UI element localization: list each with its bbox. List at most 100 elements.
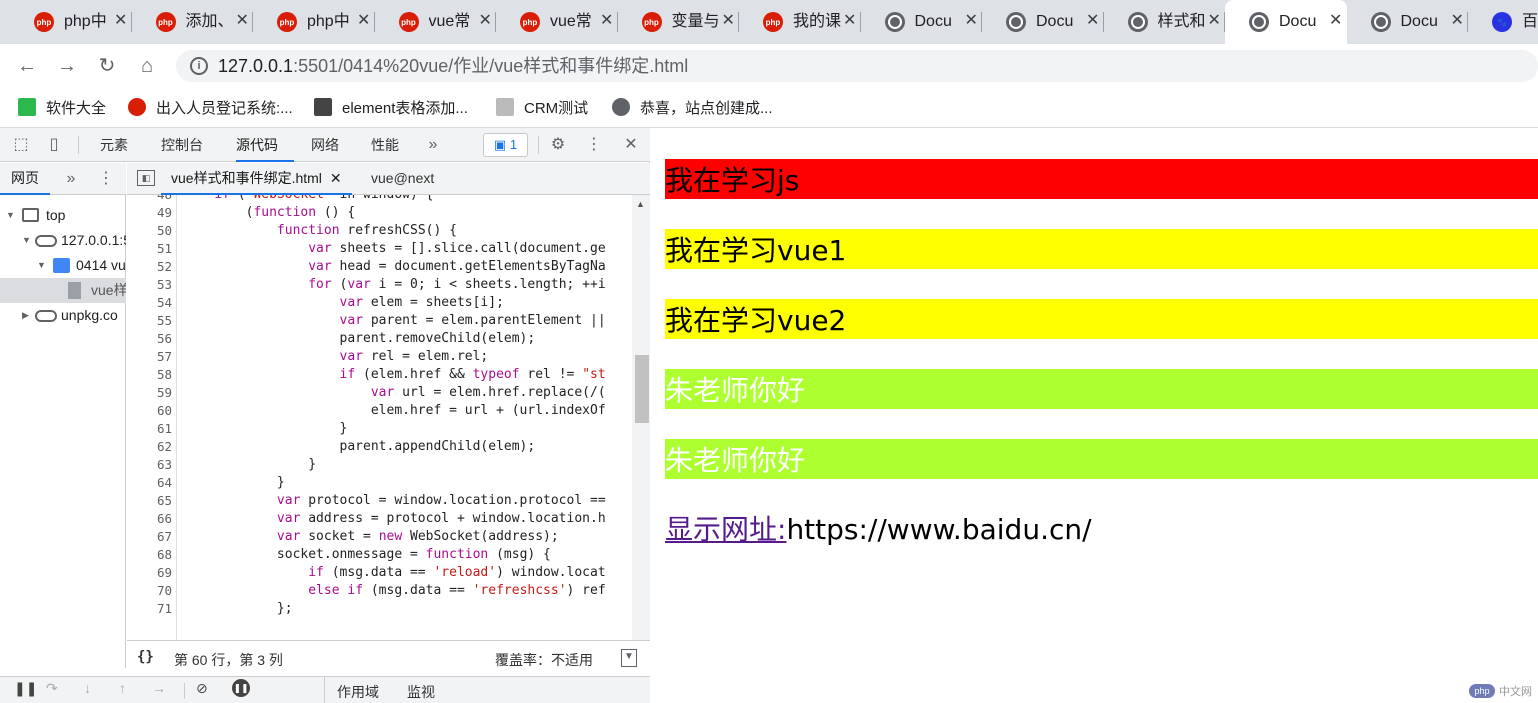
- browser-tab[interactable]: 🐾 百度: [1468, 0, 1538, 44]
- bookmark-item[interactable]: 出入人员登记系统:...: [128, 97, 293, 117]
- address-bar[interactable]: i 127.0.0.1:5501/0414%20vue/作业/vue样式和事件绑…: [176, 50, 1538, 82]
- close-tab-icon[interactable]: ✕: [1208, 11, 1221, 31]
- bookmark-item[interactable]: 软件大全: [18, 97, 106, 117]
- close-tab-icon[interactable]: ✕: [236, 11, 249, 31]
- more-tabs-icon[interactable]: »: [62, 170, 80, 188]
- show-url-link[interactable]: 显示网址:: [665, 513, 786, 546]
- tab-sources[interactable]: 源代码: [236, 128, 294, 162]
- tree-item-folder[interactable]: ▼ 0414 vu: [0, 253, 126, 278]
- browser-tab[interactable]: Docu ✕: [982, 0, 1104, 44]
- close-devtools-icon[interactable]: ✕: [622, 136, 640, 154]
- line-number[interactable]: 71: [127, 600, 172, 618]
- toggle-debugger-icon[interactable]: ▼: [621, 649, 637, 667]
- browser-tab[interactable]: php 变量与 ✕: [618, 0, 739, 44]
- pause-icon[interactable]: ❚❚: [14, 680, 37, 697]
- kebab-menu-icon[interactable]: ⋮: [97, 170, 115, 188]
- vertical-scrollbar[interactable]: ▲ ▼: [632, 195, 650, 654]
- home-icon[interactable]: ⌂: [135, 54, 159, 78]
- line-number[interactable]: 69: [127, 564, 172, 582]
- browser-tab[interactable]: php 我的课 ✕: [739, 0, 861, 44]
- more-tabs-icon[interactable]: »: [424, 136, 442, 154]
- tab-elements[interactable]: 元素: [100, 128, 128, 162]
- line-number[interactable]: 65: [127, 492, 172, 510]
- tree-item-unpkg[interactable]: ▶ unpkg.co: [0, 303, 126, 328]
- toggle-navigator-icon[interactable]: ◧: [137, 170, 155, 186]
- line-number[interactable]: 48: [127, 195, 172, 204]
- browser-tab[interactable]: Docu ✕: [1347, 0, 1468, 44]
- address-url[interactable]: 127.0.0.1:5501/0414%20vue/作业/vue样式和事件绑定.…: [218, 56, 688, 76]
- browser-tab[interactable]: 样式和 ✕: [1104, 0, 1225, 44]
- triangle-down-icon[interactable]: ▼: [37, 253, 46, 278]
- step-icon[interactable]: →: [152, 680, 166, 696]
- deactivate-breakpoints-icon[interactable]: ⊘: [196, 680, 208, 697]
- line-number[interactable]: 63: [127, 456, 172, 474]
- settings-gear-icon[interactable]: ⚙: [549, 136, 567, 154]
- tab-page[interactable]: 网页: [0, 163, 50, 195]
- close-tab-icon[interactable]: ✕: [1329, 11, 1342, 31]
- browser-tab[interactable]: Docu ✕: [861, 0, 982, 44]
- close-tab-icon[interactable]: ✕: [114, 11, 127, 31]
- close-tab-icon[interactable]: ✕: [722, 11, 735, 31]
- line-number[interactable]: 53: [127, 276, 172, 294]
- line-number[interactable]: 56: [127, 330, 172, 348]
- pause-on-exceptions-icon[interactable]: ❚❚: [232, 679, 250, 697]
- line-number[interactable]: 62: [127, 438, 172, 456]
- close-tab-icon[interactable]: ✕: [357, 11, 370, 31]
- tab-performance[interactable]: 性能: [371, 128, 399, 162]
- step-over-icon[interactable]: ↷: [46, 680, 58, 697]
- browser-tab[interactable]: php 添加、 ✕: [132, 0, 253, 44]
- line-number[interactable]: 52: [127, 258, 172, 276]
- triangle-down-icon[interactable]: ▼: [6, 203, 15, 228]
- bookmark-item[interactable]: 恭喜，站点创建成...: [612, 97, 773, 117]
- line-number[interactable]: 60: [127, 402, 172, 420]
- line-number[interactable]: 55: [127, 312, 172, 330]
- close-tab-icon[interactable]: ✕: [330, 170, 342, 186]
- line-number[interactable]: 64: [127, 474, 172, 492]
- inspect-element-icon[interactable]: ⬚: [12, 136, 30, 154]
- issues-badge[interactable]: ▣ 1: [483, 133, 528, 157]
- tree-item-file[interactable]: vue样: [0, 278, 126, 303]
- triangle-down-icon[interactable]: ▼: [22, 228, 31, 253]
- device-toolbar-icon[interactable]: ▯: [45, 136, 63, 154]
- browser-tab[interactable]: Docu ✕: [1225, 0, 1347, 44]
- line-number[interactable]: 68: [127, 546, 172, 564]
- back-icon[interactable]: ←: [15, 54, 39, 78]
- line-number[interactable]: 50: [127, 222, 172, 240]
- code-area[interactable]: if ('WebSocket' in window) { (function (…: [177, 195, 632, 654]
- scrollbar-thumb[interactable]: [635, 355, 649, 423]
- tab-watch[interactable]: 监视: [407, 682, 435, 702]
- file-tab-vue-next[interactable]: vue@next: [371, 163, 434, 195]
- step-into-icon[interactable]: ↓: [84, 680, 91, 696]
- line-number[interactable]: 57: [127, 348, 172, 366]
- line-number[interactable]: 51: [127, 240, 172, 258]
- line-number[interactable]: 70: [127, 582, 172, 600]
- pretty-print-button[interactable]: {}: [137, 649, 154, 665]
- browser-tab[interactable]: php php中 ✕: [10, 0, 132, 44]
- bookmark-item[interactable]: CRM测试: [496, 97, 588, 117]
- close-tab-icon[interactable]: ✕: [965, 11, 978, 31]
- tab-console[interactable]: 控制台: [161, 128, 203, 162]
- file-tab-active[interactable]: vue样式和事件绑定.html ✕: [161, 163, 352, 195]
- close-tab-icon[interactable]: ✕: [479, 11, 492, 31]
- close-tab-icon[interactable]: ✕: [843, 11, 856, 31]
- line-number[interactable]: 61: [127, 420, 172, 438]
- kebab-menu-icon[interactable]: ⋮: [585, 136, 603, 154]
- tab-network[interactable]: 网络: [311, 128, 339, 162]
- bookmark-item[interactable]: element表格添加...: [314, 97, 468, 117]
- browser-tab[interactable]: php php中 ✕: [253, 0, 375, 44]
- tab-scope[interactable]: 作用域: [337, 682, 379, 702]
- step-out-icon[interactable]: ↑: [119, 680, 126, 696]
- tree-item-host[interactable]: ▼ 127.0.0.1:5: [0, 228, 126, 253]
- close-tab-icon[interactable]: ✕: [1086, 11, 1099, 31]
- line-number[interactable]: 59: [127, 384, 172, 402]
- line-number[interactable]: 66: [127, 510, 172, 528]
- reload-icon[interactable]: ↻: [95, 54, 119, 78]
- tree-item-top[interactable]: ▼ top: [0, 203, 126, 228]
- browser-tab[interactable]: php vue常 ✕: [375, 0, 496, 44]
- close-tab-icon[interactable]: ✕: [1451, 11, 1464, 31]
- line-number[interactable]: 58: [127, 366, 172, 384]
- scroll-up-icon[interactable]: ▲: [636, 199, 645, 209]
- line-number[interactable]: 49: [127, 204, 172, 222]
- line-number[interactable]: 67: [127, 528, 172, 546]
- site-info-icon[interactable]: i: [190, 57, 208, 75]
